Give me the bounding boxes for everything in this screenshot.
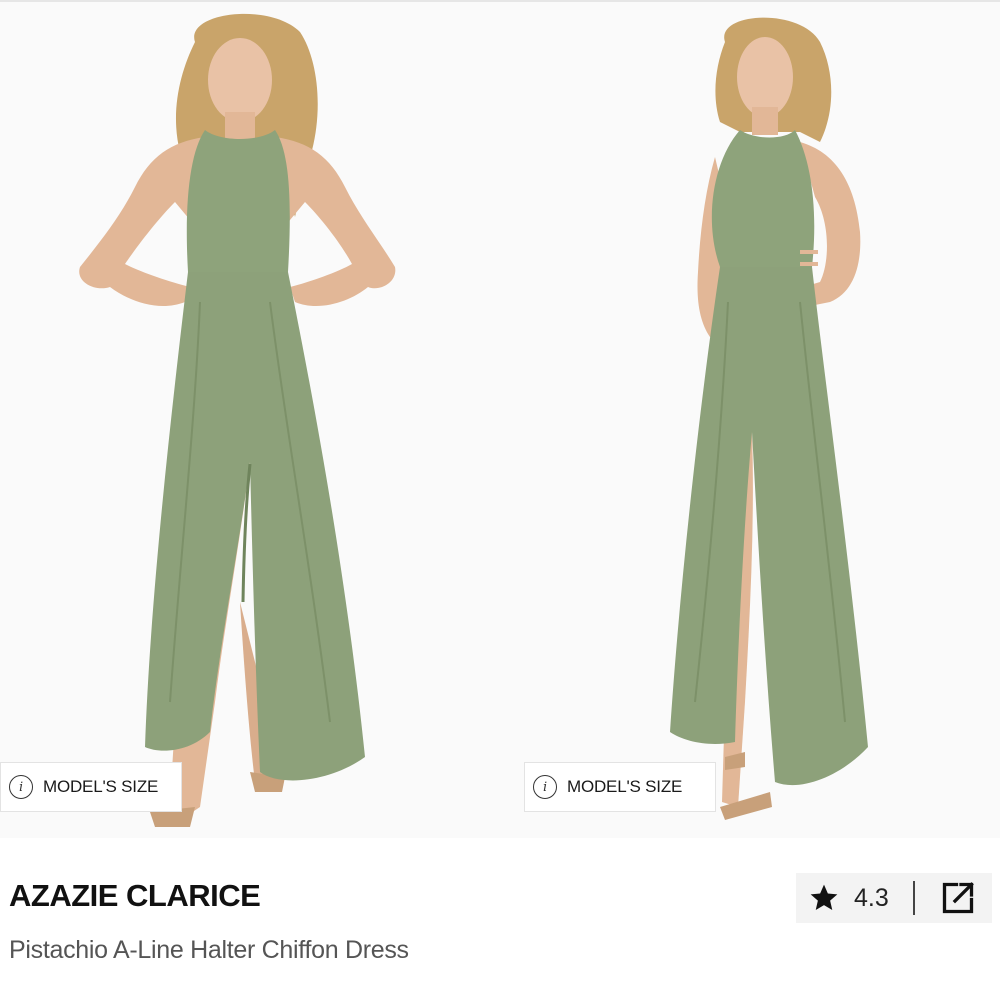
model-side-illustration <box>670 17 868 820</box>
model-size-label: MODEL'S SIZE <box>43 777 159 796</box>
product-title: Pistachio A-Line Halter Chiffon Dress <box>9 936 409 964</box>
product-photo-side[interactable]: i MODEL'S SIZE <box>500 2 1000 838</box>
model-front-illustration <box>79 13 396 827</box>
model-size-button[interactable]: i MODEL'S SIZE <box>524 762 716 812</box>
star-icon <box>808 882 840 914</box>
rating-divider <box>912 881 915 915</box>
info-icon: i <box>533 775 557 799</box>
product-brand[interactable]: AZAZIE CLARICE <box>9 878 261 914</box>
product-photo-front[interactable]: i MODEL'S SIZE <box>0 2 500 838</box>
model-size-label: MODEL'S SIZE <box>567 777 683 796</box>
rating-value[interactable]: 4.3 <box>854 884 889 913</box>
product-image-gallery[interactable]: i MODEL'S SIZE i MODEL'S SIZE <box>0 2 1000 838</box>
rating-bar: 4.3 <box>796 873 992 923</box>
model-size-button[interactable]: i MODEL'S SIZE <box>0 762 182 812</box>
external-share-icon[interactable] <box>939 879 977 917</box>
info-icon: i <box>9 775 33 799</box>
